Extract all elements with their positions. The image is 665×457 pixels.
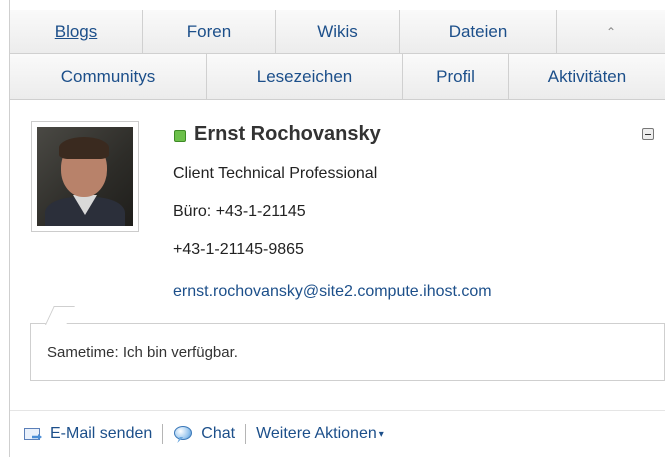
separator [245, 424, 247, 444]
separator [162, 424, 164, 444]
tab-bar-primary: Blogs Foren Wikis Dateien ⌃ [10, 10, 665, 54]
tab-lesezeichen[interactable]: Lesezeichen [207, 54, 403, 99]
tab-profil[interactable]: Profil [403, 54, 509, 99]
mail-icon [22, 425, 44, 443]
tab-communitys[interactable]: Communitys [10, 54, 207, 99]
tab-aktivitaeten[interactable]: Aktivitäten [509, 54, 665, 99]
chevron-down-icon: ▾ [378, 428, 384, 440]
chat-icon [173, 424, 195, 444]
sametime-status-text: Sametime: Ich bin verfügbar. [47, 344, 238, 361]
action-bar: E-Mail senden Chat Weitere Aktionen ▾ [10, 410, 665, 457]
job-title: Client Technical Professional [173, 165, 378, 182]
tab-wikis[interactable]: Wikis [276, 10, 400, 53]
profile-name[interactable]: Ernst Rochovansky [194, 123, 381, 146]
tab-dateien[interactable]: Dateien [400, 10, 557, 53]
office-phone: Büro: +43-1-21145 [173, 203, 306, 220]
business-card: Ernst Rochovansky Client Technical Profe… [10, 101, 665, 406]
send-mail-button[interactable]: E-Mail senden [22, 425, 152, 443]
chat-button[interactable]: Chat [173, 424, 235, 444]
send-mail-label: E-Mail senden [50, 425, 153, 442]
avatar[interactable] [37, 127, 133, 226]
tab-foren[interactable]: Foren [143, 10, 276, 53]
more-actions-label: Weitere Aktionen [256, 425, 377, 442]
scroll-up-icon[interactable]: ⌃ [557, 10, 665, 53]
sametime-status-box: Sametime: Ich bin verfügbar. [30, 323, 665, 381]
collapse-icon[interactable] [642, 128, 654, 140]
availability-status-icon [174, 130, 186, 142]
tab-blogs[interactable]: Blogs [10, 10, 143, 53]
email-link[interactable]: ernst.rochovansky@site2.compute.ihost.co… [173, 283, 492, 301]
chat-label: Chat [201, 425, 236, 442]
mobile-phone: +43-1-21145-9865 [173, 241, 304, 258]
tab-bar-secondary: Communitys Lesezeichen Profil Aktivitäte… [10, 54, 665, 100]
more-actions-dropdown[interactable]: Weitere Aktionen ▾ [256, 425, 384, 443]
profile-photo-frame [31, 121, 139, 232]
